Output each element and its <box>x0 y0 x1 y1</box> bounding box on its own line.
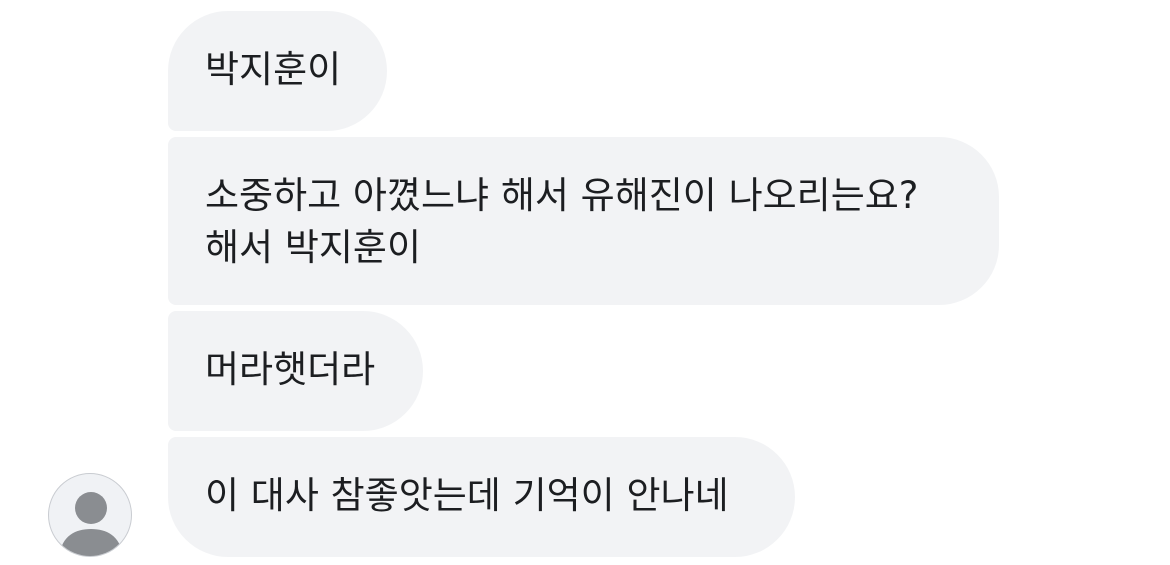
message-text-line: 해서 박지훈이 <box>205 226 422 269</box>
avatar[interactable] <box>48 473 132 557</box>
message-bubble[interactable]: 소중하고 아꼈느냐 해서 유해진이 나오리는요? 해서 박지훈이 <box>168 137 999 305</box>
message-text-line: 소중하고 아꼈느냐 해서 유해진이 나오리는요? <box>205 174 919 217</box>
message-text: 박지훈이 <box>205 48 342 91</box>
message-bubble[interactable]: 이 대사 참좋앗는데 기억이 안나네 <box>168 437 795 557</box>
default-profile-icon <box>59 492 123 556</box>
message-text: 이 대사 참좋앗는데 기억이 안나네 <box>205 474 729 517</box>
message-text: 머라햇더라 <box>205 348 376 391</box>
message-bubble[interactable]: 박지훈이 <box>168 11 387 131</box>
message-bubble[interactable]: 머라햇더라 <box>168 311 423 431</box>
